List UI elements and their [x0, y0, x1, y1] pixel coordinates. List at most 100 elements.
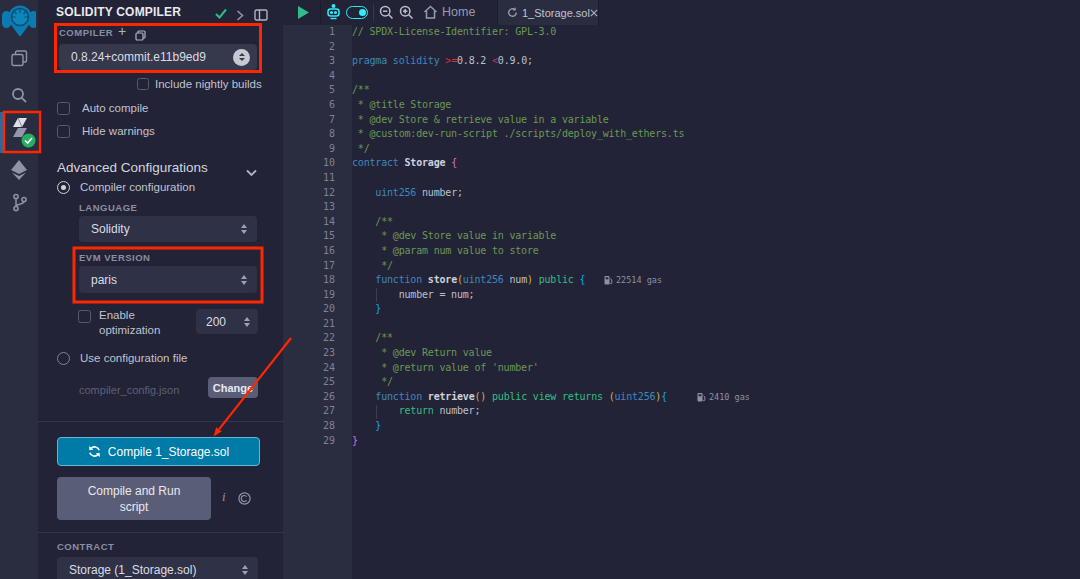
chevron-right-icon[interactable] — [236, 7, 244, 25]
hide-warnings-checkbox[interactable] — [57, 125, 70, 138]
code-line-8: * @custom:dev-run-script ./scripts/deplo… — [352, 127, 1072, 142]
enable-optimization-checkbox[interactable] — [78, 310, 91, 323]
advanced-config-title[interactable]: Advanced Configurations — [57, 160, 208, 175]
zoom-in-icon[interactable] — [399, 5, 414, 24]
line-number: 6 — [283, 98, 352, 113]
evm-version-label: EVM VERSION — [79, 252, 151, 263]
code-line-4 — [352, 69, 1072, 84]
line-number: 25 — [283, 375, 352, 390]
compiler-config-radio[interactable] — [57, 181, 70, 194]
toggle-switch[interactable] — [346, 6, 368, 19]
compile-button[interactable]: Compile 1_Storage.sol — [57, 437, 260, 466]
code-line-19: number = num; — [352, 288, 1072, 303]
chevron-down-icon[interactable] — [246, 163, 257, 181]
code-line-21 — [352, 317, 1072, 332]
code-line-6: * @title Storage — [352, 98, 1072, 113]
gas-pump-icon — [697, 393, 706, 402]
code-line-7: * @dev Store & retrieve value in a varia… — [352, 113, 1072, 128]
line-number: 13 — [283, 200, 352, 215]
evm-version-select[interactable]: paris — [79, 266, 257, 293]
enable-optimization-label: Enableoptimization — [99, 308, 160, 338]
auto-compile-label: Auto compile — [82, 102, 148, 114]
line-number: 19 — [283, 288, 352, 303]
config-file-name: compiler_config.json — [79, 384, 179, 396]
code-line-9: */ — [352, 142, 1072, 157]
solidity-file-icon — [507, 7, 518, 18]
remix-logo[interactable] — [2, 2, 36, 40]
code-line-23: * @dev Return value — [352, 346, 1072, 361]
search-icon[interactable] — [11, 87, 28, 108]
play-icon[interactable] — [296, 5, 310, 24]
line-number: 8 — [283, 127, 352, 142]
code-line-1: // SPDX-License-Identifier: GPL-3.0 — [352, 25, 1072, 40]
add-compiler-icon[interactable]: + — [118, 23, 126, 39]
code-line-14: /** — [352, 215, 1072, 230]
code-line-10: contract Storage { — [352, 156, 1072, 171]
auto-compile-checkbox[interactable] — [57, 102, 70, 115]
code-line-27: return number; — [352, 404, 1072, 419]
line-number: 11 — [283, 171, 352, 186]
compiler-version-value: 0.8.24+commit.e11b9ed9 — [59, 50, 233, 64]
ai-assistant-icon[interactable] — [325, 4, 342, 25]
code-line-16: * @param num value to store — [352, 244, 1072, 259]
divider — [38, 532, 285, 533]
indent-guide — [376, 405, 377, 420]
line-number: 15 — [283, 229, 352, 244]
code-line-28: } — [352, 419, 1072, 434]
code-line-13 — [352, 200, 1072, 215]
line-number: 23 — [283, 346, 352, 361]
evm-version-value: paris — [79, 273, 241, 287]
icon-bar — [0, 0, 38, 579]
line-number: 10 — [283, 156, 352, 171]
line-number: 7 — [283, 113, 352, 128]
line-number: 3 — [283, 54, 352, 69]
contract-value: Storage (1_Storage.sol) — [57, 563, 242, 577]
code-line-22: /** — [352, 331, 1072, 346]
gas-estimate-badge: 2410 gas — [697, 390, 750, 405]
zoom-out-icon[interactable] — [379, 5, 394, 24]
line-number: 22 — [283, 331, 352, 346]
line-number: 4 — [283, 69, 352, 84]
nightly-checkbox[interactable] — [137, 78, 149, 90]
git-icon[interactable] — [11, 193, 28, 216]
use-config-file-radio[interactable] — [57, 352, 70, 365]
compiler-version-select[interactable]: 0.8.24+commit.e11b9ed9 — [59, 44, 257, 70]
code-line-15: * @dev Store value in variable — [352, 229, 1072, 244]
compile-success-icon — [214, 6, 228, 24]
tab-1-storage-sol[interactable]: 1_Storage.sol — [497, 0, 599, 25]
deploy-run-icon[interactable] — [10, 160, 28, 184]
nightly-label: Include nightly builds — [155, 78, 262, 90]
code-line-2 — [352, 40, 1072, 55]
line-number: 2 — [283, 40, 352, 55]
solidity-compiler-icon[interactable] — [0, 112, 38, 153]
contract-select[interactable]: Storage (1_Storage.sol) — [57, 557, 258, 579]
use-config-file-label: Use configuration file — [80, 352, 187, 364]
gas-pump-icon — [604, 276, 613, 285]
language-label: LANGUAGE — [79, 202, 137, 213]
link-icon[interactable] — [238, 491, 251, 509]
language-select[interactable]: Solidity — [79, 216, 257, 242]
close-icon[interactable] — [590, 9, 598, 17]
compile-run-button[interactable]: Compile and Runscript — [57, 477, 211, 520]
compiler-config-label: Compiler configuration — [80, 181, 195, 193]
info-icon[interactable]: i — [222, 489, 226, 505]
hide-warnings-label: Hide warnings — [82, 125, 155, 137]
version-select-toggle-icon — [233, 49, 250, 66]
line-number: 24 — [283, 361, 352, 376]
refresh-icon — [88, 445, 101, 458]
file-explorer-icon[interactable] — [11, 50, 28, 71]
gas-estimate-badge: 22514 gas — [604, 273, 662, 288]
line-number: 12 — [283, 186, 352, 201]
change-config-button[interactable]: Change — [208, 377, 258, 398]
code-line-11 — [352, 171, 1072, 186]
optimization-runs-input[interactable]: 200 — [196, 309, 258, 334]
home-icon[interactable] — [423, 5, 438, 24]
panel-layout-icon[interactable] — [254, 7, 268, 25]
line-number: 21 — [283, 317, 352, 332]
line-number: 1 — [283, 25, 352, 40]
editor-code[interactable]: // SPDX-License-Identifier: GPL-3.0pragm… — [352, 25, 1072, 579]
code-line-12: uint256 number; — [352, 186, 1072, 201]
line-number: 14 — [283, 215, 352, 230]
copy-icon[interactable] — [135, 27, 146, 45]
home-tab-label[interactable]: Home — [442, 5, 475, 19]
